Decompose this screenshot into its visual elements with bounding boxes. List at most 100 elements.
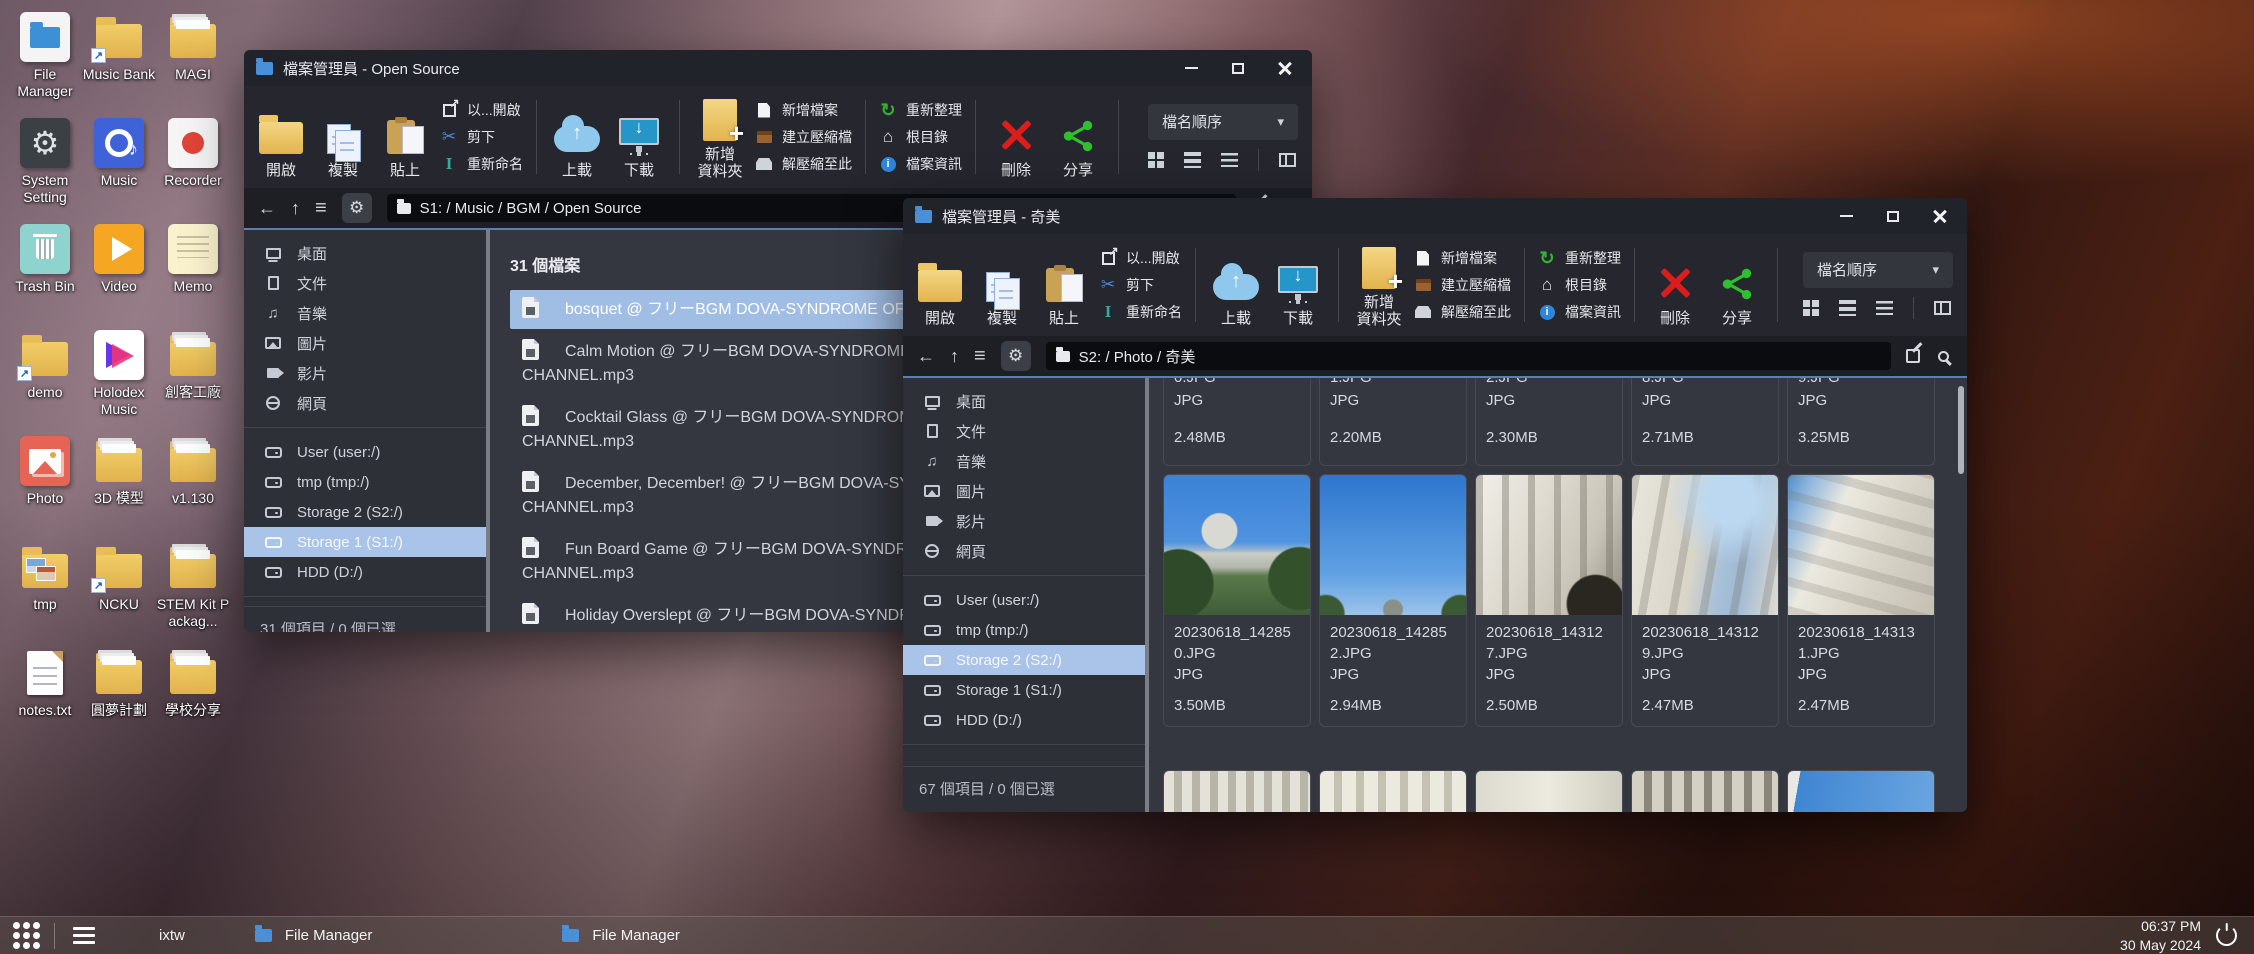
sidebar-item-videos[interactable]: 影片 bbox=[903, 506, 1149, 536]
view-detail-icon[interactable] bbox=[1221, 153, 1238, 167]
up-button[interactable] bbox=[291, 199, 300, 217]
extract-here-button[interactable]: 解壓縮至此 bbox=[1414, 302, 1511, 322]
open-with-button[interactable]: 以...開啟 bbox=[1099, 248, 1182, 268]
sidebar-drive-storage1[interactable]: Storage 1 (S1:/) bbox=[244, 527, 490, 557]
share-button[interactable]: 分享 bbox=[1051, 94, 1105, 180]
create-archive-button[interactable]: 建立壓縮檔 bbox=[755, 127, 852, 147]
extract-here-button[interactable]: 解壓縮至此 bbox=[755, 154, 852, 174]
taskbar-task-file-manager-2[interactable]: File Manager bbox=[552, 917, 690, 954]
sidebar-item-music[interactable]: 音樂 bbox=[903, 446, 1149, 476]
sidebar-drive-tmp[interactable]: tmp (tmp:/) bbox=[903, 615, 1149, 645]
rename-button[interactable]: 重新命名 bbox=[440, 154, 523, 174]
desktop-icon-trash-bin[interactable]: Trash Bin bbox=[8, 224, 82, 330]
view-grid-icon[interactable] bbox=[1148, 152, 1155, 159]
photo-card-partial[interactable]: 8.JPG JPG 2.71MB bbox=[1631, 378, 1779, 466]
menu-button[interactable] bbox=[974, 346, 986, 366]
root-button[interactable]: 根目錄 bbox=[1538, 275, 1621, 295]
taskbar-task-file-manager-1[interactable]: File Manager bbox=[245, 917, 383, 954]
sidebar-item-music[interactable]: 音樂 bbox=[244, 298, 490, 328]
sidebar-drive-storage1[interactable]: Storage 1 (S1:/) bbox=[903, 675, 1149, 705]
sidebar-drive-storage2[interactable]: Storage 2 (S2:/) bbox=[903, 645, 1149, 675]
desktop-icon-file-manager[interactable]: File Manager bbox=[8, 12, 82, 118]
share-button[interactable]: 分享 bbox=[1710, 242, 1764, 328]
photo-card-partial[interactable] bbox=[1163, 770, 1311, 812]
sidebar-drive-tmp[interactable]: tmp (tmp:/) bbox=[244, 467, 490, 497]
settings-gear-button[interactable] bbox=[342, 193, 372, 223]
open-button[interactable]: 開啟 bbox=[254, 94, 308, 180]
photo-card[interactable]: 20230618_14285 0.JPG JPG 3.50MB bbox=[1163, 474, 1311, 727]
sidebar-drive-hdd[interactable]: HDD (D:/) bbox=[903, 705, 1149, 735]
taskbar-clock[interactable]: 06:37 PM 30 May 2024 bbox=[2120, 917, 2201, 953]
content-scrollbar[interactable] bbox=[1958, 386, 1964, 474]
power-icon[interactable] bbox=[2216, 925, 2237, 946]
desktop-icon-maker-factory[interactable]: 創客工廠 bbox=[156, 330, 230, 436]
download-button[interactable]: 下載 bbox=[612, 94, 666, 180]
desktop-icon-school-share[interactable]: 學校分享 bbox=[156, 648, 230, 754]
sidebar-drive-hdd[interactable]: HDD (D:/) bbox=[244, 557, 490, 587]
desktop-icon-3d-models[interactable]: 3D 模型 bbox=[82, 436, 156, 542]
desktop-icon-v1-130[interactable]: v1.130 bbox=[156, 436, 230, 542]
desktop-icon-music[interactable]: Music bbox=[82, 118, 156, 224]
search-icon[interactable] bbox=[1938, 351, 1949, 362]
desktop-icon-holodex-music[interactable]: Holodex Music bbox=[82, 330, 156, 436]
sidebar-item-pictures[interactable]: 圖片 bbox=[244, 328, 490, 358]
photo-card[interactable]: 20230618_14312 7.JPG JPG 2.50MB bbox=[1475, 474, 1623, 727]
photo-card-partial[interactable] bbox=[1475, 770, 1623, 812]
desktop-icon-notes-txt[interactable]: notes.txt bbox=[8, 648, 82, 754]
photo-card-partial[interactable] bbox=[1631, 770, 1779, 812]
desktop-icon-tmp[interactable]: tmp bbox=[8, 542, 82, 648]
desktop-icon-ncku[interactable]: NCKU bbox=[82, 542, 156, 648]
edit-path-icon[interactable] bbox=[1906, 349, 1920, 363]
delete-button[interactable]: 刪除 bbox=[989, 94, 1043, 180]
view-columns-icon[interactable] bbox=[1934, 301, 1951, 315]
minimize-button[interactable] bbox=[1840, 215, 1853, 217]
photo-card-partial[interactable] bbox=[1787, 770, 1935, 812]
desktop-icon-memo[interactable]: Memo bbox=[156, 224, 230, 330]
maximize-button[interactable] bbox=[1232, 63, 1244, 74]
settings-gear-button[interactable] bbox=[1001, 341, 1031, 371]
path-field[interactable]: S2: / Photo / 奇美 bbox=[1046, 342, 1891, 370]
sidebar-drive-user[interactable]: User (user:/) bbox=[244, 437, 490, 467]
sidebar-item-desktop[interactable]: 桌面 bbox=[903, 386, 1149, 416]
desktop-icon-video[interactable]: Video bbox=[82, 224, 156, 330]
maximize-button[interactable] bbox=[1887, 211, 1899, 222]
hamburger-menu-icon[interactable] bbox=[73, 927, 95, 944]
titlebar[interactable]: 檔案管理員 - Open Source bbox=[244, 50, 1312, 86]
menu-button[interactable] bbox=[315, 198, 327, 218]
photo-card-partial[interactable]: 1.JPG JPG 2.20MB bbox=[1319, 378, 1467, 466]
sidebar-item-documents[interactable]: 文件 bbox=[903, 416, 1149, 446]
new-file-button[interactable]: 新增檔案 bbox=[755, 100, 852, 120]
root-button[interactable]: 根目錄 bbox=[879, 127, 962, 147]
desktop-icon-demo[interactable]: demo bbox=[8, 330, 82, 436]
sidebar-item-videos[interactable]: 影片 bbox=[244, 358, 490, 388]
back-button[interactable] bbox=[258, 199, 276, 217]
desktop-icon-stem-kit[interactable]: STEM Kit P ackag... bbox=[156, 542, 230, 648]
view-detail-icon[interactable] bbox=[1876, 301, 1893, 315]
sidebar-item-documents[interactable]: 文件 bbox=[244, 268, 490, 298]
photo-card[interactable]: 20230618_14313 1.JPG JPG 2.47MB bbox=[1787, 474, 1935, 727]
photo-card[interactable]: 20230618_14312 9.JPG JPG 2.47MB bbox=[1631, 474, 1779, 727]
refresh-button[interactable]: 重新整理 bbox=[1538, 248, 1621, 268]
cut-button[interactable]: 剪下 bbox=[440, 127, 523, 147]
file-info-button[interactable]: 檔案資訊 bbox=[879, 154, 962, 174]
delete-button[interactable]: 刪除 bbox=[1648, 242, 1702, 328]
cut-button[interactable]: 剪下 bbox=[1099, 275, 1182, 295]
photo-card-partial[interactable]: 2.JPG JPG 2.30MB bbox=[1475, 378, 1623, 466]
sidebar-drive-user[interactable]: User (user:/) bbox=[903, 585, 1149, 615]
sidebar-item-web[interactable]: 網頁 bbox=[903, 536, 1149, 566]
refresh-button[interactable]: 重新整理 bbox=[879, 100, 962, 120]
paste-button[interactable]: 貼上 bbox=[1037, 242, 1091, 328]
desktop-icon-recorder[interactable]: Recorder bbox=[156, 118, 230, 224]
user-menu-label[interactable]: ixtw bbox=[159, 927, 185, 944]
sidebar-item-desktop[interactable]: 桌面 bbox=[244, 238, 490, 268]
sort-dropdown[interactable]: 檔名順序 bbox=[1803, 252, 1953, 288]
close-button[interactable] bbox=[1933, 209, 1947, 223]
photo-card-partial[interactable] bbox=[1319, 770, 1467, 812]
view-grid-icon[interactable] bbox=[1803, 300, 1810, 307]
desktop-icon-dream-plan[interactable]: 圓夢計劃 bbox=[82, 648, 156, 754]
photo-card[interactable]: 20230618_14285 2.JPG JPG 2.94MB bbox=[1319, 474, 1467, 727]
file-info-button[interactable]: 檔案資訊 bbox=[1538, 302, 1621, 322]
create-archive-button[interactable]: 建立壓縮檔 bbox=[1414, 275, 1511, 295]
sidebar-item-pictures[interactable]: 圖片 bbox=[903, 476, 1149, 506]
new-folder-button[interactable]: 新增資料夾 bbox=[1352, 242, 1406, 328]
